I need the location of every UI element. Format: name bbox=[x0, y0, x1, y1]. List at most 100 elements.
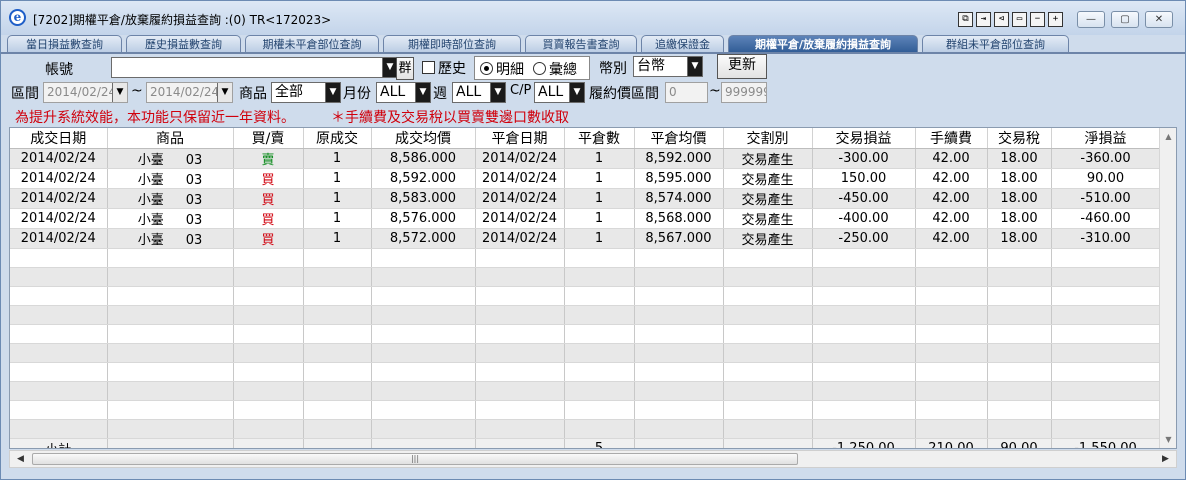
chevron-down-icon[interactable]: ▼ bbox=[112, 83, 127, 102]
tab-group-positions[interactable]: 群組未平倉部位查詢 bbox=[922, 35, 1069, 53]
range-label: 區間 bbox=[11, 86, 39, 102]
close-button[interactable]: ✕ bbox=[1145, 11, 1173, 28]
cell-tax: 18.00 bbox=[987, 228, 1052, 249]
empty-cell bbox=[987, 267, 1052, 287]
col-tax[interactable]: 交易稅 bbox=[987, 128, 1052, 149]
empty-row bbox=[10, 267, 1161, 287]
horizontal-scrollbar[interactable]: ◀ ||| ▶ bbox=[9, 450, 1177, 468]
empty-cell bbox=[1051, 248, 1161, 268]
cell-close-price: 8,595.000 bbox=[634, 168, 724, 189]
col-product[interactable]: 商品 bbox=[107, 128, 234, 149]
tab-history-pnl[interactable]: 歷史損益數查詢 bbox=[126, 35, 241, 53]
col-orig-qty[interactable]: 原成交 bbox=[303, 128, 372, 149]
date-from-select[interactable]: 2014/02/24 ▼ bbox=[43, 82, 128, 103]
table-body: 2014/02/24 小臺 03 賣 1 8,586.000 2014/02/24 1 8,59… bbox=[10, 148, 1161, 448]
table-row[interactable]: 2014/02/24 小臺 03 賣 1 8,586.000 2014/02/24 1 8,59… bbox=[10, 148, 1161, 169]
radio-detail[interactable] bbox=[480, 62, 493, 75]
scroll-right-icon[interactable]: ▶ bbox=[1157, 451, 1174, 467]
empty-cell bbox=[107, 248, 234, 268]
scroll-left-icon[interactable]: ◀ bbox=[12, 451, 29, 467]
cell-close-date: 2014/02/24 bbox=[475, 188, 565, 209]
cell-orig-qty: 1 bbox=[303, 148, 372, 169]
scroll-thumb[interactable]: ||| bbox=[32, 453, 798, 465]
week-select[interactable]: ALL ▼ bbox=[452, 82, 506, 103]
empty-row bbox=[10, 343, 1161, 363]
col-settle-type[interactable]: 交割別 bbox=[723, 128, 813, 149]
strike-from-input[interactable]: 0 bbox=[665, 82, 708, 103]
chevron-down-icon[interactable]: ▼ bbox=[415, 83, 430, 102]
minimize-button[interactable]: — bbox=[1077, 11, 1105, 28]
vertical-scrollbar[interactable]: ▲ ▼ bbox=[1159, 128, 1176, 448]
zoom-in-icon[interactable]: + bbox=[1048, 12, 1063, 27]
col-trade-pnl[interactable]: 交易損益 bbox=[812, 128, 916, 149]
empty-cell bbox=[723, 248, 813, 268]
col-fee[interactable]: 手續費 bbox=[915, 128, 988, 149]
col-avg-price[interactable]: 成交均價 bbox=[371, 128, 476, 149]
cell-settle-type: 交易產生 bbox=[723, 188, 813, 209]
tab-daily-pnl[interactable]: 當日損益數查詢 bbox=[7, 35, 122, 53]
scroll-down-icon[interactable]: ▼ bbox=[1160, 431, 1176, 448]
currency-select[interactable]: 台幣 ▼ bbox=[633, 56, 703, 77]
chevron-down-icon[interactable]: ▼ bbox=[569, 83, 584, 102]
refresh-button[interactable]: 更新 bbox=[717, 54, 767, 79]
zoom-out-icon[interactable]: − bbox=[1030, 12, 1045, 27]
empty-cell bbox=[107, 400, 234, 420]
month-select[interactable]: ALL ▼ bbox=[376, 82, 431, 103]
col-net-pnl[interactable]: 淨損益 bbox=[1051, 128, 1161, 149]
tab-close-pnl[interactable]: 期權平倉/放棄履約損益查詢 bbox=[728, 35, 918, 53]
tab-trade-report[interactable]: 買賣報告書查詢 bbox=[525, 35, 637, 53]
date-to-select[interactable]: 2014/02/24 ▼ bbox=[146, 82, 233, 103]
cell-tax: 18.00 bbox=[987, 208, 1052, 229]
tab-margin-call[interactable]: 追繳保證金 bbox=[641, 35, 724, 53]
panel-icon[interactable]: ▭ bbox=[1012, 12, 1027, 27]
col-close-qty[interactable]: 平倉數 bbox=[564, 128, 635, 149]
col-close-date[interactable]: 平倉日期 bbox=[475, 128, 565, 149]
product-select[interactable]: 全部 ▼ bbox=[271, 82, 341, 103]
radio-summary[interactable] bbox=[533, 62, 546, 75]
empty-cell bbox=[812, 286, 916, 306]
table-header: 成交日期 商品 買/賣 原成交 成交均價 平倉日期 平倉數 平倉均價 交割別 交… bbox=[10, 128, 1161, 149]
empty-cell bbox=[723, 381, 813, 401]
chevron-down-icon[interactable]: ▼ bbox=[687, 57, 702, 76]
empty-cell bbox=[371, 362, 476, 382]
dock-icon[interactable]: ⇥ bbox=[976, 12, 991, 27]
table-row[interactable]: 2014/02/24 小臺 03 買 1 8,583.000 2014/02/24 1 8,57… bbox=[10, 188, 1161, 209]
empty-cell bbox=[723, 419, 813, 439]
product-value: 全部 bbox=[275, 84, 303, 100]
cp-select[interactable]: ALL ▼ bbox=[534, 82, 585, 103]
col-close-price[interactable]: 平倉均價 bbox=[634, 128, 724, 149]
table-row[interactable]: 2014/02/24 小臺 03 買 1 8,592.000 2014/02/24 1 8,59… bbox=[10, 168, 1161, 189]
empty-cell bbox=[233, 362, 304, 382]
float-icon[interactable]: ⧉ bbox=[958, 12, 973, 27]
empty-row bbox=[10, 362, 1161, 382]
chevron-down-icon[interactable]: ▼ bbox=[325, 83, 340, 102]
left-icon[interactable]: ⊲ bbox=[994, 12, 1009, 27]
chevron-down-icon[interactable]: ▼ bbox=[490, 83, 505, 102]
empty-cell bbox=[812, 381, 916, 401]
group-button[interactable]: 群 bbox=[396, 57, 414, 80]
tab-realtime-positions[interactable]: 期權即時部位查詢 bbox=[383, 35, 521, 53]
empty-cell bbox=[475, 286, 565, 306]
cell-avg-price: 8,592.000 bbox=[371, 168, 476, 189]
results-grid: 成交日期 商品 買/賣 原成交 成交均價 平倉日期 平倉數 平倉均價 交割別 交… bbox=[9, 127, 1177, 449]
table-row[interactable]: 2014/02/24 小臺 03 買 1 8,576.000 2014/02/24 1 8,56… bbox=[10, 208, 1161, 229]
cell-side: 賣 bbox=[233, 148, 304, 169]
col-trade-date[interactable]: 成交日期 bbox=[10, 128, 108, 149]
subtotal-fee: 210.00 bbox=[915, 438, 988, 448]
cell-trade-date: 2014/02/24 bbox=[10, 148, 108, 169]
col-side[interactable]: 買/賣 bbox=[233, 128, 304, 149]
empty-cell bbox=[723, 324, 813, 344]
chevron-down-icon[interactable]: ▼ bbox=[217, 83, 232, 102]
strike-to-input[interactable]: 999999 bbox=[721, 82, 767, 103]
history-checkbox[interactable] bbox=[422, 61, 435, 74]
scroll-up-icon[interactable]: ▲ bbox=[1160, 128, 1176, 145]
account-select[interactable]: ▼ bbox=[111, 57, 398, 78]
warning-retention: 為提升系統效能，本功能只保留近一年資料。 bbox=[15, 110, 295, 126]
empty-cell bbox=[723, 305, 813, 325]
empty-cell bbox=[915, 248, 988, 268]
empty-cell bbox=[564, 362, 635, 382]
table-row[interactable]: 2014/02/24 小臺 03 買 1 8,572.000 2014/02/24 1 8,56… bbox=[10, 228, 1161, 249]
maximize-button[interactable]: ▢ bbox=[1111, 11, 1139, 28]
subtotal-row: 小計 5 -1,250.00210.0090.00-1,550.00 bbox=[10, 438, 1161, 448]
tab-open-positions[interactable]: 期權未平倉部位查詢 bbox=[245, 35, 379, 53]
